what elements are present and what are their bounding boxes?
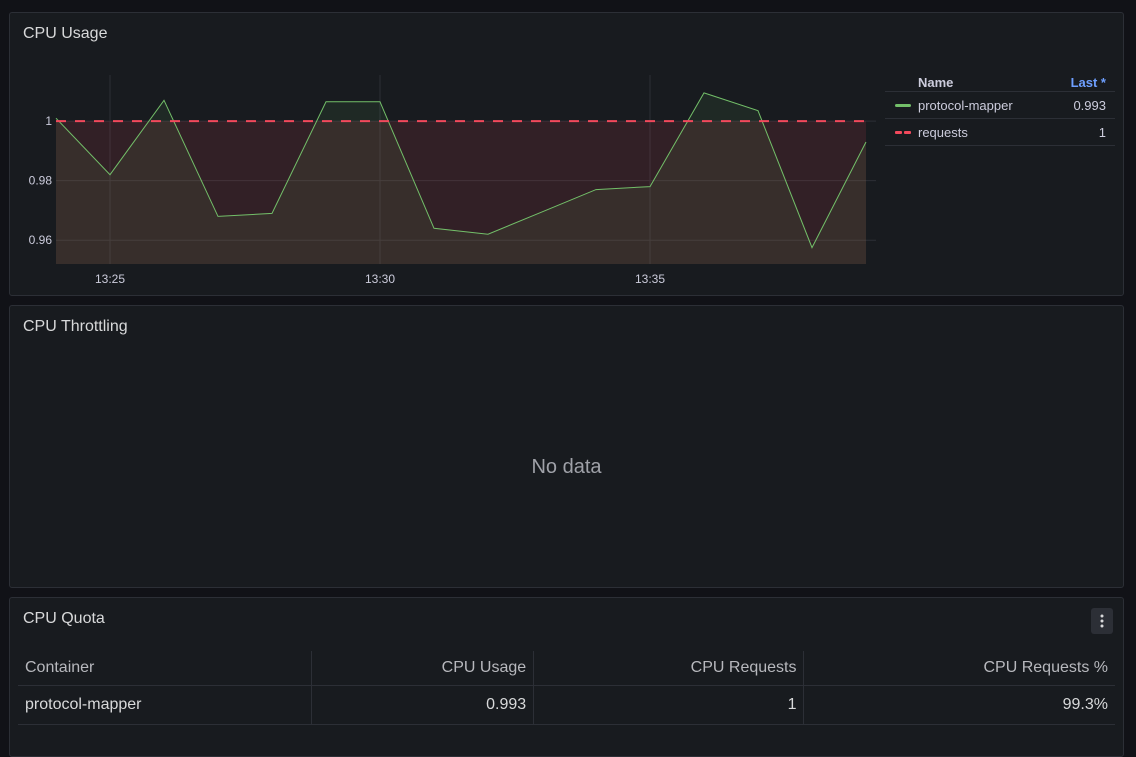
protocol-mapper-point: [56, 118, 57, 119]
y-tick-label: 0.96: [29, 233, 53, 247]
legend-item-requests[interactable]: requests 1: [885, 119, 1115, 146]
legend-item-label: protocol-mapper: [918, 97, 1013, 113]
legend-last-header[interactable]: Last *: [1071, 75, 1106, 90]
cpu-usage-chart[interactable]: 0.96 0.98 1 13:25 13:30 13:35: [10, 13, 880, 297]
cpu-usage-panel: CPU Usage 0.96 0.98 1 13:25 13:30 13:35 Name …: [9, 12, 1124, 296]
cell-cpu-usage: 0.993: [310, 685, 534, 725]
table-header-row: Container CPU Usage CPU Requests CPU Req…: [18, 651, 1115, 686]
protocol-mapper-point: [812, 247, 813, 248]
chart-legend: Name Last * protocol-mapper 0.993 reques…: [885, 73, 1115, 146]
protocol-mapper-point: [596, 189, 597, 190]
cpu-quota-table: Container CPU Usage CPU Requests CPU Req…: [18, 651, 1115, 725]
protocol-mapper-point: [542, 211, 543, 212]
series-color-swatch: [895, 104, 911, 107]
protocol-mapper-point: [110, 174, 111, 175]
cell-container: protocol-mapper: [18, 685, 312, 725]
protocol-mapper-point: [164, 100, 165, 101]
x-tick-label: 13:35: [635, 272, 665, 286]
legend-item-label: requests: [918, 124, 968, 140]
protocol-mapper-point: [866, 141, 867, 142]
cpu-throttling-panel: CPU Throttling No data: [9, 305, 1124, 588]
protocol-mapper-point: [326, 101, 327, 102]
x-tick-label: 13:30: [365, 272, 395, 286]
protocol-mapper-point: [272, 213, 273, 214]
column-header-cpu-requests[interactable]: CPU Requests: [533, 651, 804, 686]
panel-menu-button[interactable]: [1091, 608, 1113, 634]
protocol-mapper-point: [758, 110, 759, 111]
legend-item-last-value: 0.993: [1073, 97, 1106, 113]
protocol-mapper-point: [434, 228, 435, 229]
protocol-mapper-point: [380, 101, 381, 102]
cell-cpu-requests: 1: [533, 685, 804, 725]
legend-header: Name Last *: [885, 73, 1115, 92]
column-header-container[interactable]: Container: [18, 651, 312, 686]
panel-title: CPU Throttling: [23, 318, 128, 335]
no-data-message: No data: [531, 456, 602, 478]
series-color-swatch: [895, 131, 911, 134]
table-row: protocol-mapper 0.993 1 99.3%: [18, 685, 1115, 725]
y-tick-label: 0.98: [29, 174, 53, 188]
legend-item-protocol-mapper[interactable]: protocol-mapper 0.993: [885, 92, 1115, 119]
legend-item-last-value: 1: [1098, 124, 1106, 140]
cell-cpu-requests-pct: 99.3%: [803, 685, 1115, 725]
column-header-cpu-usage[interactable]: CPU Usage: [310, 651, 534, 686]
y-tick-label: 1: [45, 114, 52, 128]
protocol-mapper-point: [650, 186, 651, 187]
more-vertical-icon: [1100, 614, 1104, 628]
cpu-quota-panel: CPU Quota Container CPU Usage CPU Reques…: [9, 597, 1124, 757]
protocol-mapper-point: [704, 92, 705, 93]
protocol-mapper-point: [488, 234, 489, 235]
panel-title: CPU Quota: [23, 610, 105, 627]
protocol-mapper-point: [218, 216, 219, 217]
x-tick-label: 13:25: [95, 272, 125, 286]
legend-name-header[interactable]: Name: [918, 75, 953, 90]
column-header-cpu-requests-pct[interactable]: CPU Requests %: [803, 651, 1115, 686]
